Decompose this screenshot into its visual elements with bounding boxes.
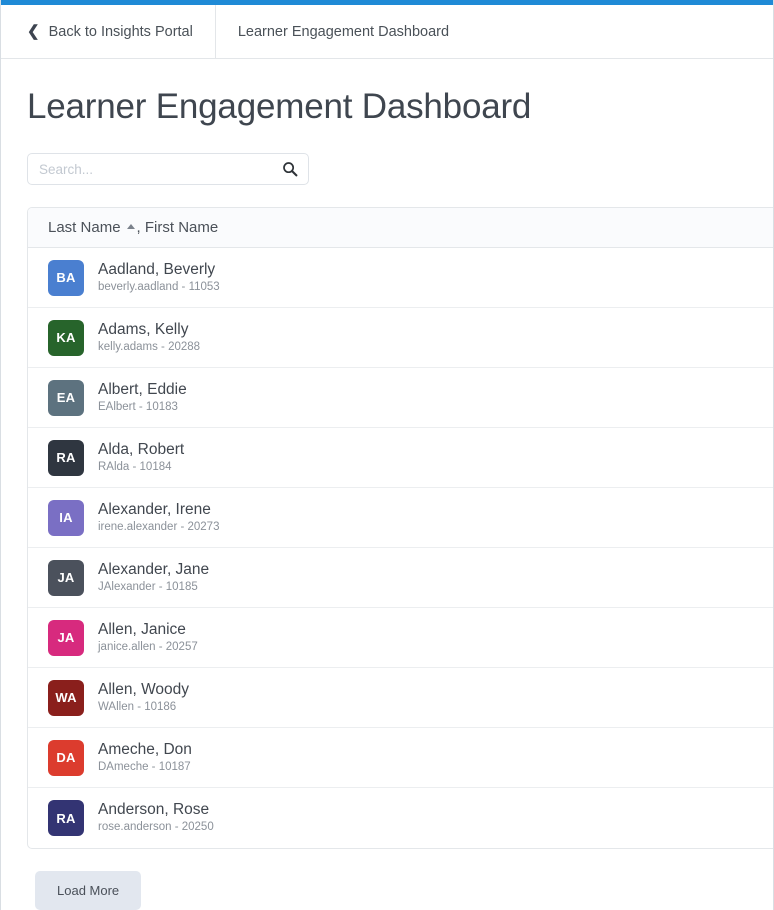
list-item-name: Alda, Robert (98, 440, 185, 458)
list-item[interactable]: IA Alexander, Irene irene.alexander - 2027… (28, 488, 773, 548)
page-title: Learner Engagement Dashboard (27, 87, 532, 126)
chevron-left-icon: ❮ (27, 23, 40, 40)
list-item-meta: rose.anderson - 20250 (98, 821, 214, 834)
list-item[interactable]: RA Alda, Robert RAlda - 10184 (28, 428, 773, 488)
list-item-text: Allen, Janice janice.allen - 20257 (98, 621, 198, 654)
list-item-meta: janice.allen - 20257 (98, 640, 198, 653)
list-item-text: Albert, Eddie EAlbert - 10183 (98, 381, 187, 414)
page-content: Learner Engagement Dashboard Last Name ,… (1, 59, 773, 910)
list-item[interactable]: KA Adams, Kelly kelly.adams - 20288 (28, 308, 773, 368)
tab-learner-engagement-dashboard[interactable]: Learner Engagement Dashboard (216, 5, 471, 58)
avatar: JA (48, 619, 84, 656)
back-link-label: Back to Insights Portal (48, 23, 193, 40)
avatar: DA (48, 739, 84, 776)
load-more-button[interactable]: Load More (35, 871, 142, 910)
list-item-meta: beverly.aadland - 11053 (98, 280, 220, 293)
avatar: IA (48, 499, 84, 536)
back-to-insights-portal-link[interactable]: ❮ Back to Insights Portal (1, 5, 216, 58)
avatar: WA (48, 679, 84, 716)
list-item-meta: kelly.adams - 20288 (98, 340, 201, 353)
avatar: JA (48, 559, 84, 596)
list-item-name: Allen, Janice (98, 620, 186, 638)
list-item[interactable]: DA Ameche, Don DAmeche - 10187 (28, 728, 773, 788)
column-header-suffix: , First Name (136, 219, 219, 236)
list-item-name: Allen, Woody (98, 680, 190, 698)
list-item-text: Alda, Robert RAlda - 10184 (98, 441, 184, 474)
list-item-meta: EAlbert - 10183 (98, 400, 178, 413)
app-window: ❮ Back to Insights Portal Learner Engage… (0, 0, 774, 910)
search-box[interactable] (27, 153, 309, 185)
list-item-meta: WAllen - 10186 (98, 700, 177, 713)
sort-ascending-icon (126, 224, 135, 229)
list-item[interactable]: BA Aadland, Beverly beverly.aadland - 1105… (28, 248, 773, 308)
list-item-text: Allen, Woody WAllen - 10186 (98, 681, 189, 714)
learner-list-card: Last Name , First Name BA Aadland, Beverl… (27, 207, 773, 849)
column-header-last-name[interactable]: Last Name , First Name (28, 208, 773, 248)
list-item-meta: irene.alexander - 20273 (98, 520, 220, 533)
list-item-text: Aadland, Beverly beverly.aadland - 11053 (98, 261, 220, 294)
list-item-name: Alexander, Jane (98, 560, 210, 578)
list-item-text: Ameche, Don DAmeche - 10187 (98, 741, 192, 774)
list-item-name: Albert, Eddie (98, 380, 187, 398)
list-item-meta: DAmeche - 10187 (98, 760, 191, 773)
list-item-text: Alexander, Irene irene.alexander - 20273 (98, 501, 219, 534)
list-item[interactable]: RA Anderson, Rose rose.anderson - 20250 (28, 788, 773, 848)
avatar: RA (48, 800, 84, 836)
list-item-name: Adams, Kelly (98, 320, 189, 338)
list-item-text: Anderson, Rose rose.anderson - 20250 (98, 801, 214, 834)
list-item[interactable]: EA Albert, Eddie EAlbert - 10183 (28, 368, 773, 428)
header-bar: ❮ Back to Insights Portal Learner Engage… (1, 5, 773, 59)
list-item-meta: JAlexander - 10185 (98, 580, 198, 593)
load-more-container: Load More (25, 849, 749, 910)
list-item-text: Adams, Kelly kelly.adams - 20288 (98, 321, 200, 354)
list-item-name: Anderson, Rose (98, 801, 210, 819)
search-input[interactable] (28, 154, 308, 184)
avatar: KA (48, 319, 84, 356)
list-item-text: Alexander, Jane JAlexander - 10185 (98, 561, 209, 594)
tab-title-label: Learner Engagement Dashboard (237, 23, 450, 40)
avatar: RA (48, 439, 84, 476)
list-item[interactable]: JA Allen, Janice janice.allen - 20257 (28, 608, 773, 668)
list-item-name: Alexander, Irene (98, 500, 211, 518)
list-item-name: Aadland, Beverly (98, 260, 216, 278)
search-icon[interactable] (282, 161, 298, 177)
avatar: EA (48, 379, 84, 416)
learner-rows: BA Aadland, Beverly beverly.aadland - 1105… (28, 248, 773, 848)
list-item-meta: RAlda - 10184 (98, 460, 172, 473)
list-item[interactable]: WA Allen, Woody WAllen - 10186 (28, 668, 773, 728)
list-item[interactable]: JA Alexander, Jane JAlexander - 10185 (28, 548, 773, 608)
column-header-label: Last Name (48, 219, 121, 236)
list-item-name: Ameche, Don (98, 740, 192, 758)
avatar: BA (48, 259, 84, 296)
